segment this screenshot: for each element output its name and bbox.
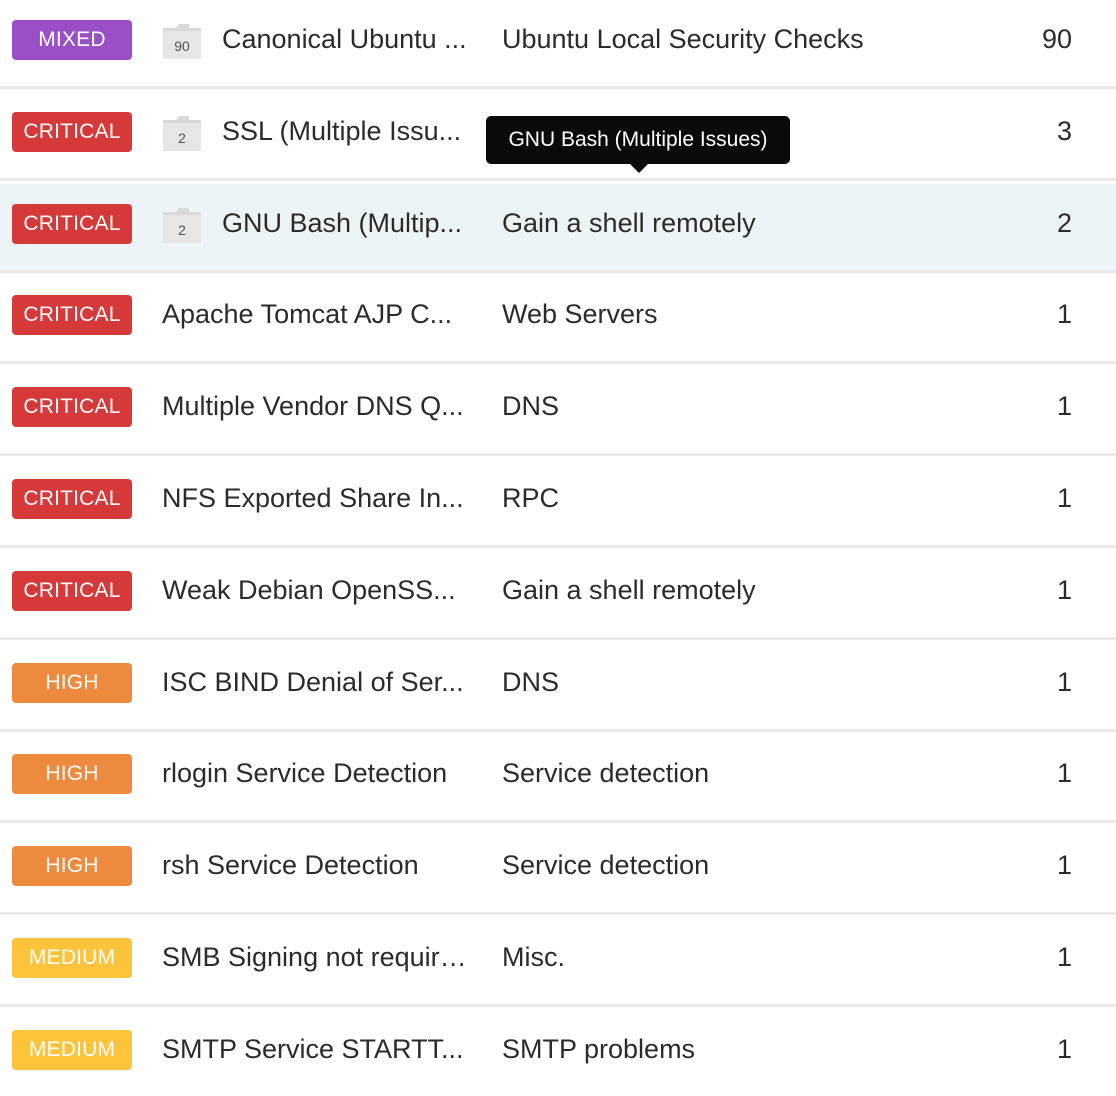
plugin-name[interactable]: rlogin Service Detection <box>162 734 467 814</box>
plugin-family: Ubuntu Local Security Checks <box>502 24 864 54</box>
tooltip-arrow <box>630 164 648 173</box>
severity-badge: MEDIUM <box>12 938 132 978</box>
folder-icon[interactable]: 2 <box>162 114 202 152</box>
instance-count: 1 <box>1056 850 1072 880</box>
instance-count: 1 <box>1056 575 1072 605</box>
table-row[interactable]: CRITICAL Weak Debian OpenSS... Gain a shel… <box>0 551 1116 640</box>
severity-badge: MEDIUM <box>12 1030 132 1070</box>
plugin-name[interactable]: Weak Debian OpenSS... <box>162 551 467 631</box>
table-row[interactable]: CRITICAL NFS Exported Share In... RPC 1 <box>0 459 1116 548</box>
plugin-name[interactable]: rsh Service Detection <box>162 826 467 906</box>
table-row[interactable]: HIGH rsh Service Detection Service detecti… <box>0 826 1116 915</box>
instance-count: 1 <box>1056 758 1072 788</box>
severity-badge: CRITICAL <box>12 387 132 427</box>
plugin-name[interactable]: SSL (Multiple Issu... <box>222 92 467 172</box>
plugin-family: DNS <box>502 667 560 697</box>
folder-count: 2 <box>178 222 186 238</box>
severity-badge: CRITICAL <box>12 571 132 611</box>
plugin-family: RPC <box>502 483 560 513</box>
table-row[interactable]: HIGH rlogin Service Detection Service dete… <box>0 734 1116 823</box>
plugin-family: DNS <box>502 391 560 421</box>
instance-count: 1 <box>1056 1034 1072 1064</box>
severity-badge: CRITICAL <box>12 295 132 335</box>
plugin-family: Service detection <box>502 758 710 788</box>
tooltip-text: GNU Bash (Multiple Issues) <box>508 128 768 151</box>
table-row[interactable]: HIGH ISC BIND Denial of Ser... DNS 1 <box>0 643 1116 732</box>
severity-badge: HIGH <box>12 663 132 703</box>
folder-icon[interactable]: 90 <box>162 22 202 60</box>
plugin-name[interactable]: Canonical Ubuntu ... <box>222 0 467 80</box>
instance-count: 1 <box>1056 667 1072 697</box>
plugin-name[interactable]: Apache Tomcat AJP C... <box>162 275 467 355</box>
vulnerabilities-table: MIXED 90 Canonical Ubuntu ... Ubuntu Local … <box>0 0 1116 1096</box>
plugin-name[interactable]: GNU Bash (Multip... <box>222 184 467 264</box>
plugin-family: Misc. <box>502 942 565 972</box>
plugin-family: SMTP problems <box>502 1034 696 1064</box>
plugin-name[interactable]: SMB Signing not required <box>162 918 467 998</box>
instance-count: 1 <box>1056 942 1072 972</box>
severity-badge: CRITICAL <box>12 204 132 244</box>
table-row[interactable]: MEDIUM SMB Signing not required Misc. 1 <box>0 918 1116 1007</box>
instance-count: 90 <box>1041 24 1072 54</box>
instance-count: 2 <box>1056 208 1072 238</box>
folder-count: 90 <box>174 38 190 54</box>
tooltip: GNU Bash (Multiple Issues) <box>486 116 790 173</box>
table-row[interactable]: CRITICAL Apache Tomcat AJP C... Web Server… <box>0 275 1116 364</box>
table-row[interactable]: MIXED 90 Canonical Ubuntu ... Ubuntu Local … <box>0 0 1116 89</box>
plugin-name[interactable]: ISC BIND Denial of Ser... <box>162 643 467 723</box>
table-row[interactable]: CRITICAL Multiple Vendor DNS Q... DNS 1 <box>0 367 1116 456</box>
plugin-name[interactable]: NFS Exported Share In... <box>162 459 467 539</box>
plugin-family: Service detection <box>502 850 710 880</box>
severity-badge: MIXED <box>12 20 132 60</box>
instance-count: 1 <box>1056 299 1072 329</box>
table-row[interactable]: CRITICAL 2 GNU Bash (Multip... Gain a shell… <box>0 184 1116 273</box>
instance-count: 3 <box>1056 116 1072 146</box>
plugin-family: Web Servers <box>502 299 658 329</box>
plugin-name[interactable]: Multiple Vendor DNS Q... <box>162 367 467 447</box>
instance-count: 1 <box>1056 483 1072 513</box>
severity-badge: CRITICAL <box>12 479 132 519</box>
folder-icon[interactable]: 2 <box>162 206 202 244</box>
instance-count: 1 <box>1056 391 1072 421</box>
folder-count: 2 <box>178 130 186 146</box>
plugin-family: Gain a shell remotely <box>502 208 756 238</box>
severity-badge: HIGH <box>12 846 132 886</box>
table-row[interactable]: MEDIUM SMTP Service STARTT... SMTP problem… <box>0 1010 1116 1096</box>
severity-badge: HIGH <box>12 754 132 794</box>
plugin-name[interactable]: SMTP Service STARTT... <box>162 1010 467 1090</box>
plugin-family: Gain a shell remotely <box>502 575 756 605</box>
severity-badge: CRITICAL <box>12 112 132 152</box>
